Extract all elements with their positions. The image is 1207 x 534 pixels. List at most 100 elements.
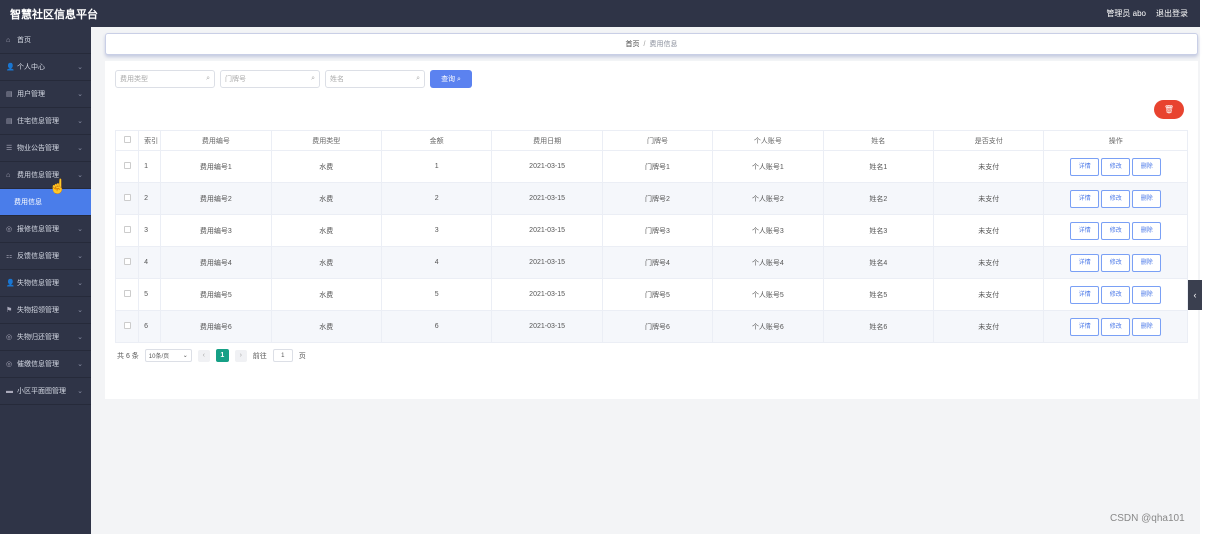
cell-account: 个人账号6 bbox=[712, 310, 824, 343]
delete-button[interactable]: 删除 bbox=[1132, 221, 1162, 240]
table-row: 6 费用编号6 水费 6 2021-03-15 门牌号6 个人账号6 姓名6 未支付 详情 修改 删除 bbox=[114, 310, 1188, 343]
delete-button[interactable]: 删除 bbox=[1132, 157, 1162, 176]
sidebar-item-2[interactable]: ▤ 用户管理 ⌄ bbox=[0, 81, 91, 108]
chevron-down-icon: ⌄ bbox=[77, 91, 83, 98]
logout-link[interactable]: 退出登录 bbox=[1156, 8, 1188, 19]
sidebar-item-label: 报修信息管理 bbox=[17, 226, 59, 233]
cell-account: 个人账号4 bbox=[712, 246, 824, 279]
door-number-input[interactable]: 门牌号 ⌕ bbox=[220, 70, 320, 88]
row-checkbox[interactable] bbox=[123, 290, 131, 297]
breadcrumb-separator: / bbox=[643, 40, 646, 48]
row-actions: 详情 修改 删除 bbox=[1043, 278, 1188, 311]
chevron-left-icon: ‹ bbox=[1193, 290, 1197, 300]
next-page-button[interactable]: › bbox=[234, 349, 247, 362]
cell-name: 姓名3 bbox=[822, 214, 935, 247]
row-checkbox[interactable] bbox=[123, 194, 131, 201]
cell-date: 2021-03-15 bbox=[491, 278, 603, 311]
edit-button[interactable]: 修改 bbox=[1101, 189, 1131, 208]
select-all-checkbox[interactable] bbox=[123, 136, 131, 143]
edit-button[interactable]: 修改 bbox=[1101, 221, 1131, 240]
sidebar-item-5[interactable]: ⌂ 费用信息管理 ⌄ bbox=[0, 162, 91, 189]
detail-button[interactable]: 详情 bbox=[1070, 317, 1100, 336]
row-checkbox[interactable] bbox=[123, 162, 131, 169]
sidebar-item-4[interactable]: ☰ 物业公告管理 ⌄ bbox=[0, 135, 91, 162]
chevron-down-icon: ⌄ bbox=[77, 64, 83, 71]
row-actions: 详情 修改 删除 bbox=[1043, 310, 1188, 343]
sidebar-item-13[interactable]: ▬ 小区平面图管理 ⌄ bbox=[0, 378, 91, 405]
column-header: 门牌号 bbox=[601, 130, 714, 151]
column-header: 是否支付 bbox=[932, 130, 1045, 151]
detail-button[interactable]: 详情 bbox=[1070, 221, 1100, 240]
cell-paid: 未支付 bbox=[932, 246, 1045, 279]
cell-amount: 4 bbox=[380, 246, 493, 279]
edit-button[interactable]: 修改 bbox=[1101, 317, 1131, 336]
detail-button[interactable]: 详情 bbox=[1070, 157, 1100, 176]
sidebar-item-9[interactable]: 👤 失物信息管理 ⌄ bbox=[0, 270, 91, 297]
sidebar-item-3[interactable]: ▤ 住宅信息管理 ⌄ bbox=[0, 108, 91, 135]
row-actions: 详情 修改 删除 bbox=[1043, 214, 1188, 247]
row-checkbox[interactable] bbox=[123, 226, 131, 233]
top-bar: 智慧社区信息平台 管理员 abo 退出登录 bbox=[0, 0, 1200, 27]
sidebar-item-label: 反馈信息管理 bbox=[17, 253, 59, 260]
cell-index: 3 bbox=[138, 214, 162, 247]
goto-page-input[interactable]: 1 bbox=[272, 349, 293, 362]
cell-fee_no: 费用编号6 bbox=[160, 310, 272, 343]
collapse-tab-button[interactable]: ‹ bbox=[1188, 280, 1202, 310]
row-checkbox[interactable] bbox=[123, 322, 131, 329]
repair-icon: ◎ bbox=[6, 226, 13, 233]
sidebar-item-label: 催缴信息管理 bbox=[17, 361, 59, 368]
edit-button[interactable]: 修改 bbox=[1101, 285, 1131, 304]
sidebar-item-11[interactable]: ◎ 失物归还管理 ⌄ bbox=[0, 324, 91, 351]
page-number[interactable]: 1 bbox=[215, 349, 229, 362]
delete-button[interactable]: 删除 bbox=[1132, 189, 1162, 208]
breadcrumb-home[interactable]: 首页 bbox=[626, 39, 640, 49]
cell-name: 姓名5 bbox=[822, 278, 935, 311]
delete-button[interactable]: 删除 bbox=[1132, 253, 1162, 272]
breadcrumb-current: 费用信息 bbox=[649, 41, 678, 48]
sidebar-item-12[interactable]: ◎ 催缴信息管理 ⌄ bbox=[0, 351, 91, 378]
sidebar-item-label: 物业公告管理 bbox=[17, 145, 59, 152]
edit-button[interactable]: 修改 bbox=[1101, 157, 1131, 176]
sidebar-item-7[interactable]: ◎ 报修信息管理 ⌄ bbox=[0, 216, 91, 243]
column-header: 费用日期 bbox=[491, 130, 603, 151]
notice-icon: ☰ bbox=[6, 145, 13, 152]
batch-delete-button[interactable]: 🗑 bbox=[1154, 100, 1184, 119]
prev-page-button[interactable]: ‹ bbox=[197, 349, 210, 362]
sidebar-item-8[interactable]: ⚏ 反馈信息管理 ⌄ bbox=[0, 243, 91, 270]
edit-button[interactable]: 修改 bbox=[1101, 253, 1131, 272]
chevron-down-icon: ⌄ bbox=[182, 353, 188, 359]
sidebar-item-label: 失物招领管理 bbox=[17, 307, 59, 314]
cell-fee_type: 水费 bbox=[270, 278, 382, 311]
delete-button[interactable]: 删除 bbox=[1132, 317, 1162, 336]
cell-door: 门牌号6 bbox=[601, 310, 714, 343]
sidebar-item-6[interactable]: 费用信息 bbox=[0, 189, 91, 216]
select-all-cell bbox=[114, 130, 140, 151]
row-select-cell bbox=[114, 246, 140, 279]
return-icon: ◎ bbox=[6, 334, 13, 341]
chevron-down-icon: ⌄ bbox=[77, 280, 83, 287]
cell-fee_no: 费用编号4 bbox=[160, 246, 272, 279]
cell-paid: 未支付 bbox=[932, 214, 1045, 247]
delete-button[interactable]: 删除 bbox=[1132, 285, 1162, 304]
cell-door: 门牌号5 bbox=[601, 278, 714, 311]
sidebar-item-1[interactable]: 👤 个人中心 ⌄ bbox=[0, 54, 91, 81]
bell-icon: ◎ bbox=[6, 361, 13, 368]
home-icon: ⌂ bbox=[6, 36, 11, 44]
cell-amount: 1 bbox=[380, 150, 493, 183]
query-button[interactable]: 查询 ⌕ bbox=[430, 70, 472, 88]
sidebar-item-label: 住宅信息管理 bbox=[17, 118, 59, 125]
table-row: 5 费用编号5 水费 5 2021-03-15 门牌号5 个人账号5 姓名5 未支付 详情 修改 删除 bbox=[114, 278, 1188, 311]
row-checkbox[interactable] bbox=[123, 258, 131, 265]
page-size-select[interactable]: 10条/页 ⌄ bbox=[144, 349, 192, 362]
fee-type-input[interactable]: 费用类型 ⌕ bbox=[115, 70, 215, 88]
sidebar-item-0[interactable]: ⌂ 首页 bbox=[0, 27, 91, 54]
page-suffix: 页 bbox=[298, 352, 306, 360]
detail-button[interactable]: 详情 bbox=[1070, 285, 1100, 304]
sidebar-item-10[interactable]: ⚑ 失物招领管理 ⌄ bbox=[0, 297, 91, 324]
row-actions: 详情 修改 删除 bbox=[1043, 246, 1188, 279]
name-input[interactable]: 姓名 ⌕ bbox=[325, 70, 425, 88]
detail-button[interactable]: 详情 bbox=[1070, 253, 1100, 272]
cell-date: 2021-03-15 bbox=[491, 182, 603, 215]
detail-button[interactable]: 详情 bbox=[1070, 189, 1100, 208]
cell-index: 2 bbox=[138, 182, 162, 215]
